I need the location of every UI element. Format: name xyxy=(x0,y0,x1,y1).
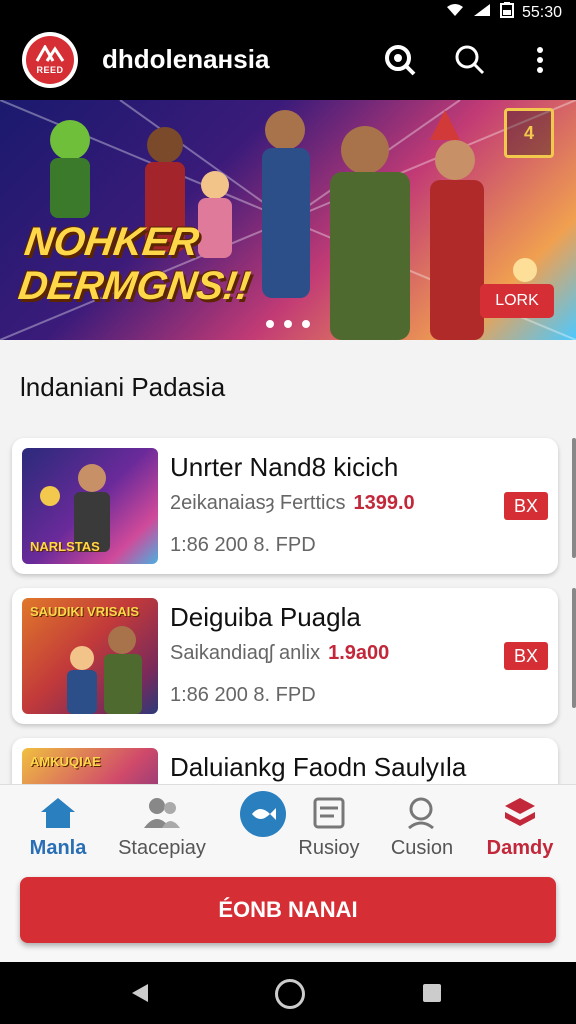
banner-badge: 4 xyxy=(504,108,554,158)
layers-icon xyxy=(505,798,535,826)
list-card[interactable]: SAUDIKI VRISAIS Deiguiba Puagla Saikandi… xyxy=(12,588,558,724)
primary-action-button[interactable]: ÉONB NANAI xyxy=(20,877,556,943)
document-icon xyxy=(313,797,345,829)
nav-label: Damdy xyxy=(486,837,554,859)
card-title: Daluiankg Faodn Saulyıla xyxy=(170,752,467,782)
thumbnail-caption: SAUDIKI VRISAIS xyxy=(30,604,140,619)
card-subtitle: Saikandiaqʃ anlix 1.9a00 xyxy=(170,642,389,665)
nav-label: Manla xyxy=(29,837,87,859)
home-circle-icon[interactable] xyxy=(275,979,305,1009)
bottom-navigation: Manla Stacepiay Rusioy Cusion Damdy ÉONB… xyxy=(0,784,576,963)
card-meta: 1:86 200 8. FPD xyxy=(170,684,316,706)
home-icon xyxy=(41,798,75,828)
card-meta: 1:86 200 8. FPD xyxy=(170,534,316,556)
nav-label: Cusion xyxy=(390,837,454,859)
logo-text: REED xyxy=(36,65,64,75)
list-card[interactable]: NARLSTAS Unrter Nand8 kicich 2eikanaiasȝ… xyxy=(12,438,558,574)
back-icon[interactable] xyxy=(130,982,150,1004)
wifi-icon xyxy=(446,3,464,22)
app-title: dhdolenaнsia xyxy=(102,44,270,74)
hero-banner[interactable]: 4 NOHKER DERMGNS!! LORK xyxy=(0,100,576,340)
scroll-edge-indicator xyxy=(572,588,576,708)
recents-square-icon[interactable] xyxy=(423,984,441,1002)
people-icon xyxy=(144,798,180,828)
card-tag-button[interactable]: BX xyxy=(504,642,548,670)
signal-icon xyxy=(472,3,492,22)
more-vert-icon xyxy=(537,47,543,73)
carousel-dot[interactable] xyxy=(266,320,274,328)
nav-item-cusion[interactable]: Cusion xyxy=(374,795,470,860)
carousel-indicator xyxy=(266,320,310,328)
search-icon xyxy=(455,45,485,75)
banner-title-line2: DERMGNS!! xyxy=(15,264,254,308)
section-title: lndaniani Padasia xyxy=(20,372,226,402)
app-bar: REED dhdolenaнsia xyxy=(0,22,576,100)
thumbnail-caption: AMKUQIAE xyxy=(30,754,101,769)
battery-icon xyxy=(499,2,514,23)
scroll-edge-indicator xyxy=(572,438,576,558)
nav-item-damdy[interactable]: Damdy xyxy=(472,795,568,860)
card-subtitle-text: 2eikanaiasȝ Ferttics xyxy=(170,492,346,514)
search-person-icon xyxy=(408,797,434,830)
nav-item-home[interactable]: Manla xyxy=(10,795,106,860)
carousel-dot[interactable] xyxy=(302,320,310,328)
banner-cta-button[interactable]: LORK xyxy=(480,284,554,318)
more-options-button[interactable] xyxy=(520,40,560,80)
card-thumbnail: SAUDIKI VRISAIS xyxy=(22,598,158,714)
fish-icon xyxy=(252,808,276,820)
system-navigation-bar xyxy=(0,962,576,1024)
target-search-icon xyxy=(385,45,416,76)
nav-label: Stacepiay xyxy=(118,837,206,859)
banner-title: NOHKER DERMGNS!! xyxy=(16,220,259,308)
banner-title-line1: NOHKER xyxy=(22,220,202,264)
card-tag-button[interactable]: BX xyxy=(504,492,548,520)
card-subtitle-text: Saikandiaqʃ anlix xyxy=(170,642,321,664)
card-title: Deiguiba Puagla xyxy=(170,602,361,632)
card-subtitle: 2eikanaiasȝ Ferttics 1399.0 xyxy=(170,492,415,515)
card-price: 1.9a00 xyxy=(328,642,390,664)
carousel-dot[interactable] xyxy=(284,320,292,328)
search-button[interactable] xyxy=(450,40,490,80)
center-action-button[interactable] xyxy=(240,791,286,837)
app-logo[interactable]: REED xyxy=(22,32,78,88)
thumbnail-caption: NARLSTAS xyxy=(30,539,100,554)
target-search-button[interactable] xyxy=(380,40,420,80)
card-title: Unrter Nand8 kicich xyxy=(170,452,399,482)
status-bar: 55:30 xyxy=(0,0,576,22)
logo-mark-icon xyxy=(35,45,65,62)
status-time: 55:30 xyxy=(521,3,562,21)
card-thumbnail: NARLSTAS xyxy=(22,448,158,564)
card-price: 1399.0 xyxy=(353,492,415,514)
nav-item-stacepiay[interactable]: Stacepiay xyxy=(114,795,210,860)
nav-item-rusioy[interactable]: Rusioy xyxy=(281,795,377,860)
nav-label: Rusioy xyxy=(298,837,360,859)
